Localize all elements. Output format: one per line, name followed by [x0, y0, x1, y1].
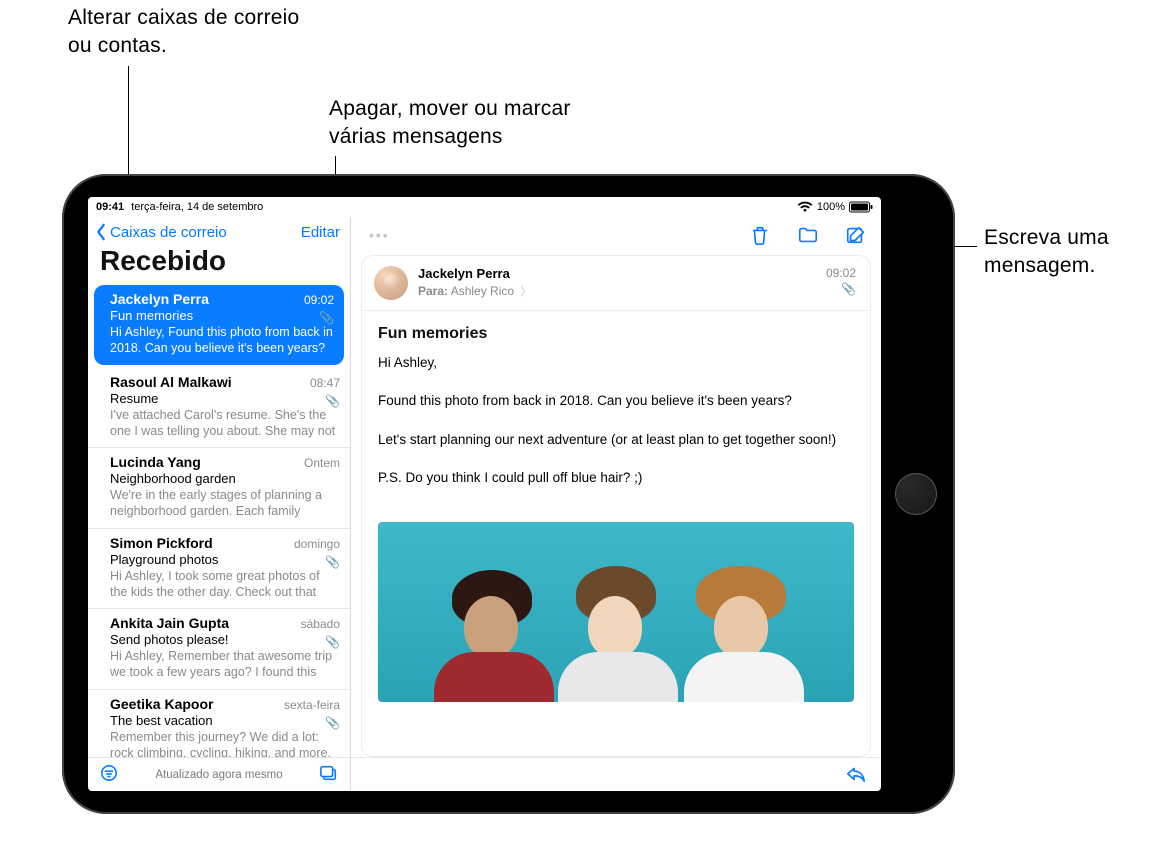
message-list[interactable]: Jackelyn Perra09:02Fun memoriesHi Ashley…	[88, 283, 350, 757]
inbox-title: Recebido	[88, 245, 350, 283]
list-time: 08:47	[310, 376, 340, 390]
body-paragraph: Let's start planning our next adventure …	[378, 430, 854, 450]
list-sender: Jackelyn Perra	[110, 291, 209, 307]
compose-button[interactable]	[845, 224, 867, 246]
list-preview: Hi Ashley, Remember that awesome trip we…	[110, 648, 340, 681]
list-time: 09:02	[304, 293, 334, 307]
list-preview: I've attached Carol's resume. She's the …	[110, 407, 340, 440]
list-sender: Ankita Jain Gupta	[110, 615, 229, 631]
list-preview: We're in the early stages of planning a …	[110, 487, 340, 520]
filter-icon	[98, 764, 120, 782]
list-preview: Hi Ashley, I took some great photos of t…	[110, 568, 340, 601]
list-sender: Lucinda Yang	[110, 454, 201, 470]
message-subject: Fun memories	[362, 311, 870, 353]
list-preview: Remember this journey? We did a lot: roc…	[110, 729, 340, 758]
ipad-frame: 09:41 terça-feira, 14 de setembro 100%	[62, 174, 955, 814]
message-recipient-line[interactable]: Para: Ashley Rico 〉	[418, 283, 531, 299]
screen: 09:41 terça-feira, 14 de setembro 100%	[88, 197, 881, 791]
paperclip-icon: 📎	[325, 635, 340, 649]
move-button[interactable]	[797, 224, 819, 246]
callout-bulk-actions: Apagar, mover ou marcar várias mensagens	[329, 95, 629, 152]
mailboxes-back-label: Caixas de correio	[110, 224, 227, 241]
to-label: Para:	[418, 284, 448, 298]
battery-icon	[849, 201, 873, 213]
statusbar-time: 09:41	[96, 201, 124, 213]
message-detail-pane: •••	[351, 217, 881, 791]
attachment-photo[interactable]	[378, 522, 854, 702]
message-header: Jackelyn Perra Para: Ashley Rico 〉 09:02…	[362, 256, 870, 311]
reply-button[interactable]	[845, 763, 867, 786]
callout-compose: Escreva uma mensagem.	[984, 224, 1154, 281]
filter-button[interactable]	[98, 764, 120, 785]
chevron-right-icon: 〉	[520, 286, 531, 298]
list-subject: Neighborhood garden	[110, 471, 340, 486]
sidebar-bottom-bar: Atualizado agora mesmo	[88, 757, 350, 791]
message-list-item[interactable]: Simon Pickford domingoPlayground photosHi…	[88, 529, 350, 610]
list-sender: Geetika Kapoor	[110, 696, 213, 712]
list-time: sábado	[301, 617, 340, 631]
drag-handle-icon[interactable]: •••	[369, 227, 390, 243]
folder-icon	[797, 224, 819, 246]
callout-switch-mailboxes: Alterar caixas de correio ou contas.	[68, 4, 318, 61]
list-subject: Resume	[110, 391, 340, 406]
statusbar-wifi-pct: 100%	[817, 201, 845, 213]
body-paragraph: P.S. Do you think I could pull off blue …	[378, 468, 854, 488]
edit-button[interactable]: Editar	[301, 224, 340, 241]
list-time: sexta-feira	[284, 698, 340, 712]
message-list-pane: Caixas de correio Editar Recebido Jackel…	[88, 217, 351, 791]
chevron-left-icon	[94, 223, 108, 241]
to-recipient: Ashley Rico	[451, 284, 514, 298]
avatar[interactable]	[374, 266, 408, 300]
reply-icon	[845, 763, 867, 783]
compose-icon	[845, 224, 867, 246]
trash-icon	[749, 224, 771, 246]
list-subject: Playground photos	[110, 552, 340, 567]
message-list-item[interactable]: Ankita Jain Gupta sábadoSend photos pleas…	[88, 609, 350, 690]
body-paragraph: Found this photo from back in 2018. Can …	[378, 391, 854, 411]
list-sender: Simon Pickford	[110, 535, 213, 551]
paperclip-icon: 📎	[325, 716, 340, 730]
stack-button[interactable]	[318, 764, 340, 785]
status-bar: 09:41 terça-feira, 14 de setembro 100%	[88, 197, 881, 217]
statusbar-date: terça-feira, 14 de setembro	[131, 201, 263, 213]
list-sender: Rasoul Al Malkawi	[110, 374, 232, 390]
home-button[interactable]	[895, 473, 937, 515]
message-toolbar: •••	[351, 217, 881, 251]
message-list-item[interactable]: Rasoul Al Malkawi 08:47ResumeI've attache…	[88, 368, 350, 449]
mailboxes-back-button[interactable]: Caixas de correio	[94, 223, 227, 241]
paperclip-icon: 📎	[319, 311, 334, 325]
list-subject: Send photos please!	[110, 632, 340, 647]
paperclip-icon: 📎	[325, 555, 340, 569]
list-preview: Hi Ashley, Found this photo from back in…	[110, 324, 334, 357]
message-sender[interactable]: Jackelyn Perra	[418, 266, 531, 281]
list-time: domingo	[294, 537, 340, 551]
sidebar-status-text: Atualizado agora mesmo	[120, 769, 318, 781]
message-bottom-bar	[351, 757, 881, 791]
message-card: Jackelyn Perra Para: Ashley Rico 〉 09:02…	[361, 255, 871, 757]
paperclip-icon: 📎	[826, 282, 856, 296]
message-list-item[interactable]: Lucinda Yang OntemNeighborhood gardenWe'r…	[88, 448, 350, 529]
stack-icon	[318, 764, 340, 782]
list-subject: Fun memories	[110, 308, 334, 323]
list-subject: The best vacation	[110, 713, 340, 728]
message-list-item[interactable]: Jackelyn Perra 09:02Fun memoriesHi Ashley…	[94, 285, 344, 365]
body-paragraph: Hi Ashley,	[378, 353, 854, 373]
message-body: Hi Ashley, Found this photo from back in…	[362, 353, 870, 516]
wifi-icon	[797, 201, 813, 213]
message-list-item[interactable]: Geetika Kapoor sexta-feiraThe best vacati…	[88, 690, 350, 758]
paperclip-icon: 📎	[325, 394, 340, 408]
trash-button[interactable]	[749, 224, 771, 246]
message-time: 09:02	[826, 266, 856, 280]
list-time: Ontem	[304, 456, 340, 470]
